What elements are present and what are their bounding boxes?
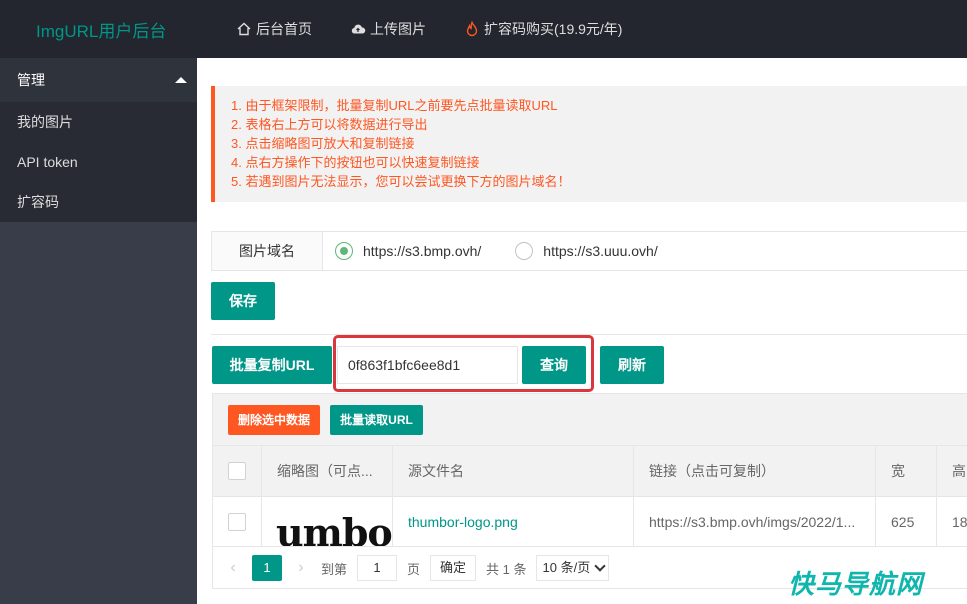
radio-checked-icon[interactable] [335,242,353,260]
fire-icon [464,20,480,37]
select-all-checkbox[interactable] [228,462,246,480]
chevron-down-icon [594,560,606,572]
row-checkbox-cell [213,497,262,546]
caret-up-icon [175,77,187,83]
height-cell: 18 [952,513,967,530]
nav-upload-label: 上传图片 [370,21,426,37]
nav-buy-expansion-label: 扩容码购买(19.9元/年) [484,21,623,37]
delete-selected-button[interactable]: 删除选中数据 [228,405,320,435]
sidebar-item-my-images[interactable]: 我的图片 [0,102,197,142]
domain-option-label: https://s3.uuu.ovh/ [543,243,658,259]
pager-page-suffix: 页 [407,561,421,577]
width-cell: 625 [876,497,937,546]
cloud-upload-icon [350,21,366,37]
table-toolbar: 删除选中数据 批量读取URL [213,394,967,446]
radio-unchecked-icon[interactable] [515,242,534,260]
nav-upload[interactable]: 上传图片 [350,19,426,39]
page-current[interactable]: 1 [252,555,282,581]
column-header-filename[interactable]: 源文件名 [393,446,634,496]
refresh-button[interactable]: 刷新 [600,346,664,384]
nav-home[interactable]: 后台首页 [236,19,312,39]
sidebar-item-expansion-code[interactable]: 扩容码 [0,182,197,222]
chevron-right-icon[interactable]: › [291,559,311,577]
thumbnail-image[interactable]: umbo [276,510,392,546]
notice-line: 3. 点击缩略图可放大和复制链接 [231,136,415,151]
nav-buy-expansion[interactable]: 扩容码购买(19.9元/年) [464,19,622,39]
domain-label: 图片域名 [212,232,323,270]
highlight-box [333,335,594,392]
row-checkbox[interactable] [228,512,246,531]
table-header: 缩略图（可点... 源文件名 链接（点击可复制） 宽 高 [213,446,967,497]
sidebar-group-label: 管理 [17,72,45,88]
sidebar-item-api-token[interactable]: API token [0,142,197,182]
domain-option-label: https://s3.bmp.ovh/ [363,243,482,259]
home-icon [236,21,252,37]
app-logo[interactable]: ImgURL用户后台 [36,17,166,42]
domain-option-bmp[interactable]: https://s3.bmp.ovh/ [335,232,481,270]
pager-goto-label: 到第 [321,561,348,577]
sidebar: 管理 我的图片 API token 扩容码 [0,58,197,604]
save-button[interactable]: 保存 [211,282,275,320]
domain-select-row: 图片域名 https://s3.bmp.ovh/ https://s3.uuu.… [211,231,967,271]
domain-option-uuu[interactable]: https://s3.uuu.ovh/ [515,232,658,270]
notice-line: 2. 表格右上方可以将数据进行导出 [231,117,428,132]
watermark-logo: 快马导航网 [788,569,924,599]
page-size-select[interactable]: 10 条/页 [535,555,610,581]
header-checkbox-cell [213,446,262,496]
batch-copy-url-button[interactable]: 批量复制URL [212,346,332,384]
notice-line: 1. 由于框架限制，批量复制URL之前要先点批量读取URL [231,98,558,113]
sidebar-submenu: 我的图片 API token 扩容码 [0,102,197,222]
notice-line: 5. 若遇到图片无法显示，您可以尝试更换下方的图片域名！ [231,174,571,189]
link-cell[interactable]: https://s3.bmp.ovh/imgs/2022/1... [634,497,876,546]
top-header: ImgURL用户后台 后台首页 上传图片 扩容码购买(19.9元/年) [0,0,967,58]
images-table: 删除选中数据 批量读取URL 缩略图（可点... 源文件名 链接（点击可复制） … [212,393,967,589]
pager-total: 共 1 条 [486,561,527,577]
chevron-left-icon[interactable]: ‹ [223,559,243,577]
notice-box: 1. 由于框架限制，批量复制URL之前要先点批量读取URL 2. 表格右上方可以… [211,86,967,202]
column-header-width[interactable]: 宽 [876,446,937,496]
notice-line: 4. 点右方操作下的按钮也可以快速复制链接 [231,155,480,170]
filename-cell: thumbor-logo.png [393,497,634,546]
pager-confirm-button[interactable]: 确定 [430,555,477,581]
table-row[interactable]: umbo thumbor-logo.png https://s3.bmp.ovh… [213,497,967,547]
thumbnail-cell[interactable]: umbo [262,497,393,546]
column-header-link[interactable]: 链接（点击可复制） [634,446,876,496]
column-header-height[interactable]: 高 [937,446,967,496]
sidebar-group-manage[interactable]: 管理 [0,58,197,102]
page-size-value: 10 条/页 [542,560,591,575]
filename-link[interactable]: thumbor-logo.png [408,514,518,530]
batch-read-url-button[interactable]: 批量读取URL [330,405,423,435]
nav-home-label: 后台首页 [256,21,312,37]
column-header-thumbnail[interactable]: 缩略图（可点... [262,446,393,496]
pager-goto-input[interactable]: 1 [357,555,398,581]
